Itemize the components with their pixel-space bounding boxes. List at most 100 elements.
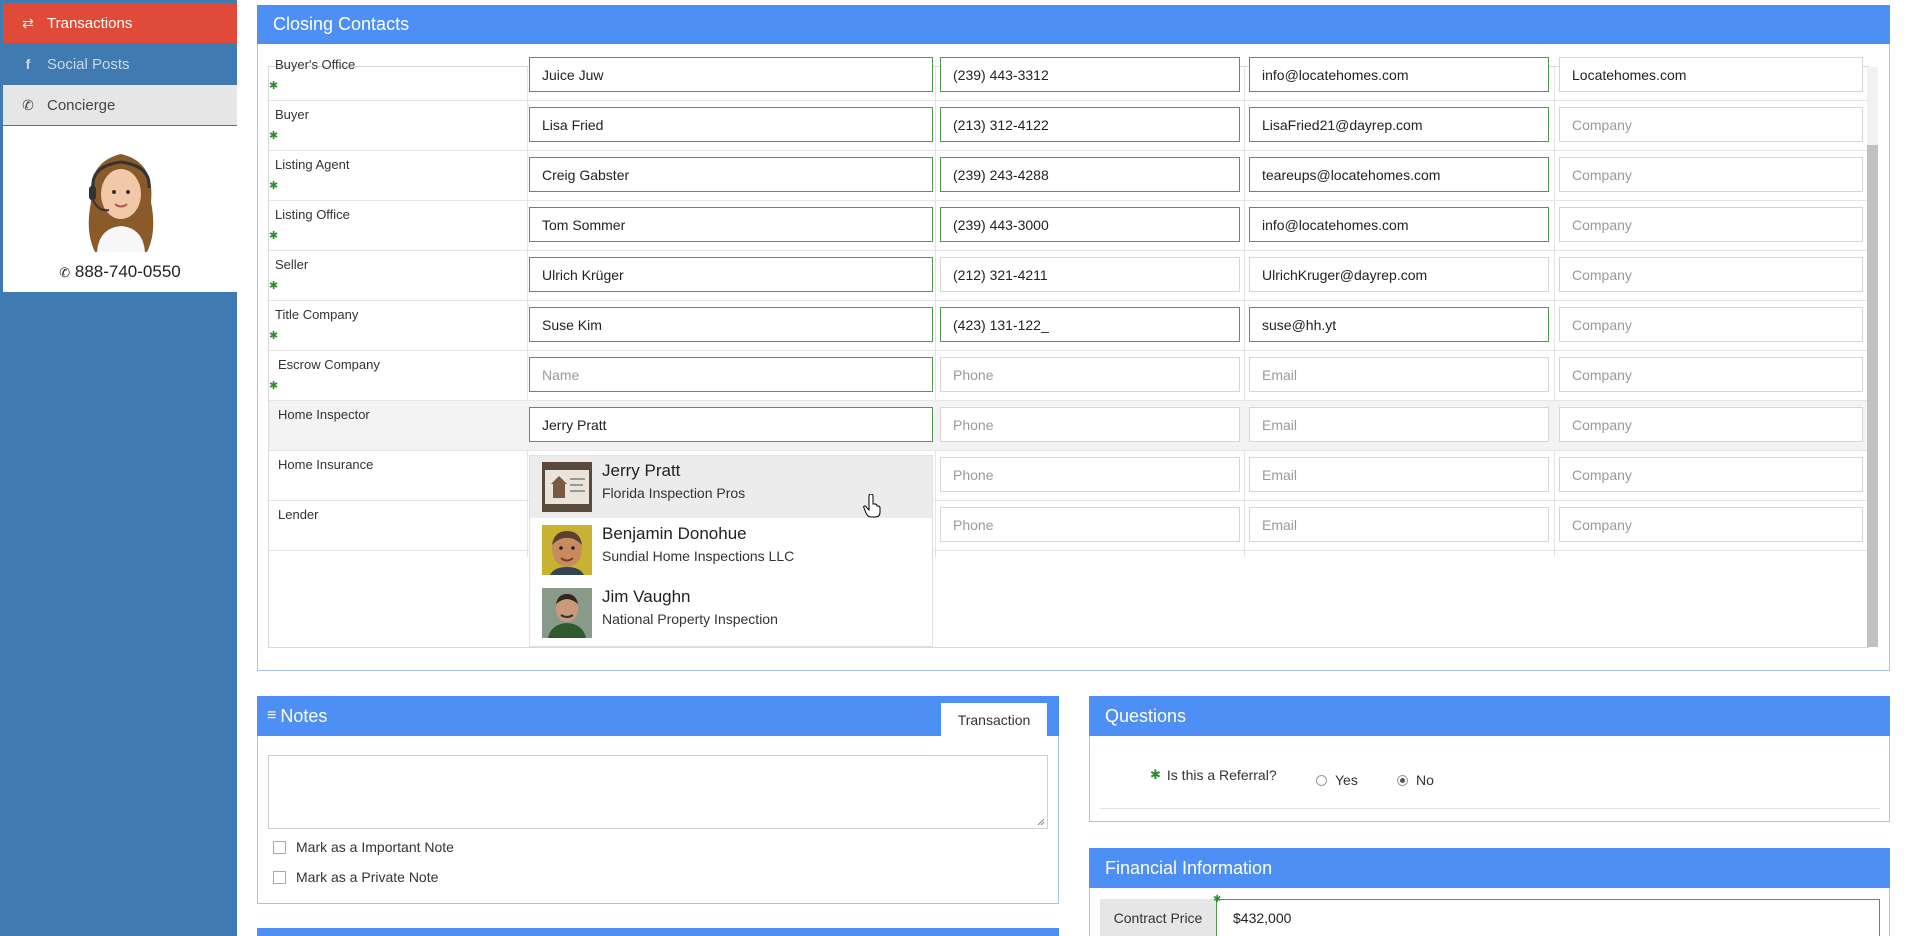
contact-email-field[interactable]: LisaFried21@dayrep.com xyxy=(1249,107,1549,142)
contact-company-field[interactable]: Company xyxy=(1559,107,1863,142)
contact-company-field[interactable]: Company xyxy=(1559,357,1863,392)
contact-company-field[interactable]: Company xyxy=(1559,457,1863,492)
contact-name-field[interactable]: Lisa Fried xyxy=(529,107,933,142)
panel-title: Financial Information xyxy=(1105,857,1273,878)
questions-header: Questions xyxy=(1089,696,1890,736)
contact-email-field[interactable]: teareups@locatehomes.com xyxy=(1249,157,1549,192)
contact-row: Home Insurance Phone Email Company xyxy=(269,451,1869,501)
contact-phone-field[interactable]: (423) 131-122_ xyxy=(940,307,1240,342)
phone-icon: ✆ xyxy=(22,96,34,113)
referral-question: ✱ Is this a Referral? xyxy=(1150,767,1277,783)
contact-email-field[interactable]: info@locatehomes.com xyxy=(1249,207,1549,242)
sidebar-item-concierge[interactable]: ✆ Concierge xyxy=(3,85,237,125)
financial-header: Financial Information xyxy=(1089,848,1890,888)
important-note-checkbox[interactable] xyxy=(273,840,286,854)
important-note-label: Mark as a Important Note xyxy=(296,839,454,855)
contact-row: Home Inspector Jerry Pratt Phone Email Compa… xyxy=(269,401,1869,451)
contact-role-label: Home Inspector xyxy=(278,407,370,422)
person-photo-image xyxy=(542,588,592,638)
contact-email-field[interactable]: info@locatehomes.com xyxy=(1249,57,1549,92)
referral-yes-label: Yes xyxy=(1335,772,1358,788)
referral-no-radio[interactable] xyxy=(1397,774,1408,786)
contact-email-field[interactable]: Email xyxy=(1249,457,1549,492)
contact-role-label: Buyer xyxy=(275,107,309,122)
referral-no-option[interactable]: No xyxy=(1397,772,1434,788)
required-star-icon: ✱ xyxy=(269,230,279,242)
contact-row: Buyer ✱ Lisa Fried (213) 312-4122 LisaFried2… xyxy=(269,101,1869,151)
panel-title: Questions xyxy=(1105,705,1187,726)
sidebar-item-transactions[interactable]: ⇄ Transactions xyxy=(3,3,237,43)
contact-email-field[interactable]: Email xyxy=(1249,507,1549,542)
contact-name-field[interactable]: Name xyxy=(529,357,933,392)
referral-no-label: No xyxy=(1416,772,1434,788)
contact-role-label: Home Insurance xyxy=(278,457,374,472)
contact-name-field[interactable]: Suse Kim xyxy=(529,307,933,342)
concierge-phone-number: 888-740-0550 xyxy=(74,262,181,281)
referral-yes-option[interactable]: Yes xyxy=(1316,772,1358,788)
contact-company-field[interactable]: Company xyxy=(1559,407,1863,442)
concierge-avatar xyxy=(77,142,165,258)
contact-name-field[interactable]: Jerry Pratt xyxy=(529,407,933,442)
contact-phone-field[interactable]: Phone xyxy=(940,507,1240,542)
contract-price-input[interactable]: $432,000 xyxy=(1216,899,1880,936)
resize-handle-icon[interactable] xyxy=(1037,818,1045,826)
contact-company-field[interactable]: Locatehomes.com xyxy=(1559,57,1863,92)
contact-phone-field[interactable]: (239) 243-4288 xyxy=(940,157,1240,192)
suggestion-company: Florida Inspection Pros xyxy=(602,485,746,501)
menu-icon: ≡ xyxy=(267,707,277,724)
contact-company-field[interactable]: Company xyxy=(1559,207,1863,242)
required-star-icon: ✱ xyxy=(269,380,279,392)
contact-email-field[interactable]: Email xyxy=(1249,407,1549,442)
contact-role-label: Title Company xyxy=(275,307,359,322)
closing-contacts-header: Closing Contacts xyxy=(257,5,1890,44)
contact-phone-field[interactable]: (213) 312-4122 xyxy=(940,107,1240,142)
required-star-icon: ✱ xyxy=(269,330,279,342)
suggestion-item[interactable]: Jim Vaughn National Property Inspection xyxy=(530,582,932,644)
required-star-icon: ✱ xyxy=(269,130,279,142)
tab-transaction[interactable]: Transaction xyxy=(941,703,1047,736)
phone-icon: ✆ xyxy=(59,265,71,280)
private-note-checkbox[interactable] xyxy=(273,870,286,884)
contact-row: Lender Phone Email Company xyxy=(269,501,1869,551)
contact-name-field[interactable]: Juice Juw xyxy=(529,57,933,92)
private-note-option[interactable]: Mark as a Private Note xyxy=(273,869,438,885)
contact-row: Escrow Company ✱ Name Phone Email Company xyxy=(269,351,1869,401)
contact-phone-field[interactable]: Phone xyxy=(940,457,1240,492)
sidebar-item-label: Concierge xyxy=(47,96,116,114)
contact-name-field[interactable]: Creig Gabster xyxy=(529,157,933,192)
suggestion-item[interactable]: Benjamin Donohue Sundial Home Inspection… xyxy=(530,519,932,581)
contacts-table: Buyer's Office ✱ Juice Juw (239) 443-3312 in… xyxy=(268,57,1869,648)
private-note-label: Mark as a Private Note xyxy=(296,869,439,885)
sidebar-item-social-posts[interactable]: f Social Posts xyxy=(3,44,237,84)
facebook-icon: f xyxy=(25,56,31,72)
hand-pointer-cursor xyxy=(863,494,881,518)
contact-company-field[interactable]: Company xyxy=(1559,157,1863,192)
contact-role-label: Listing Office xyxy=(275,207,350,222)
concierge-phone[interactable]: ✆ 888-740-0550 xyxy=(3,262,237,282)
required-star-icon: ✱ xyxy=(1213,894,1222,905)
contact-row: Listing Office ✱ Tom Sommer (239) 443-3000 i… xyxy=(269,201,1869,251)
panel-title: Notes xyxy=(280,705,328,726)
required-star-icon: ✱ xyxy=(269,80,279,92)
contact-role-label: Buyer's Office xyxy=(275,57,356,72)
contact-company-field[interactable]: Company xyxy=(1559,257,1863,292)
suggestion-company: Sundial Home Inspections LLC xyxy=(602,548,795,564)
contact-phone-field[interactable]: Phone xyxy=(940,357,1240,392)
referral-yes-radio[interactable] xyxy=(1316,774,1327,786)
contact-phone-field[interactable]: (212) 321-4211 xyxy=(940,257,1240,292)
contact-company-field[interactable]: Company xyxy=(1559,507,1863,542)
contact-email-field[interactable]: UlrichKruger@dayrep.com xyxy=(1249,257,1549,292)
contact-email-field[interactable]: Email xyxy=(1249,357,1549,392)
contacts-scrollbar-thumb[interactable] xyxy=(1867,145,1878,647)
contact-name-field[interactable]: Ulrich Krüger xyxy=(529,257,933,292)
contact-row: Seller ✱ Ulrich Krüger (212) 321-4211 Ulrich… xyxy=(269,251,1869,301)
contact-phone-field[interactable]: (239) 443-3312 xyxy=(940,57,1240,92)
important-note-option[interactable]: Mark as a Important Note xyxy=(273,839,454,855)
contact-company-field[interactable]: Company xyxy=(1559,307,1863,342)
contact-row: Buyer's Office ✱ Juice Juw (239) 443-3312 in… xyxy=(269,51,1869,101)
contact-phone-field[interactable]: (239) 443-3000 xyxy=(940,207,1240,242)
contact-email-field[interactable]: suse@hh.yt xyxy=(1249,307,1549,342)
contact-phone-field[interactable]: Phone xyxy=(940,407,1240,442)
contact-name-field[interactable]: Tom Sommer xyxy=(529,207,933,242)
notes-textarea[interactable] xyxy=(268,755,1048,829)
